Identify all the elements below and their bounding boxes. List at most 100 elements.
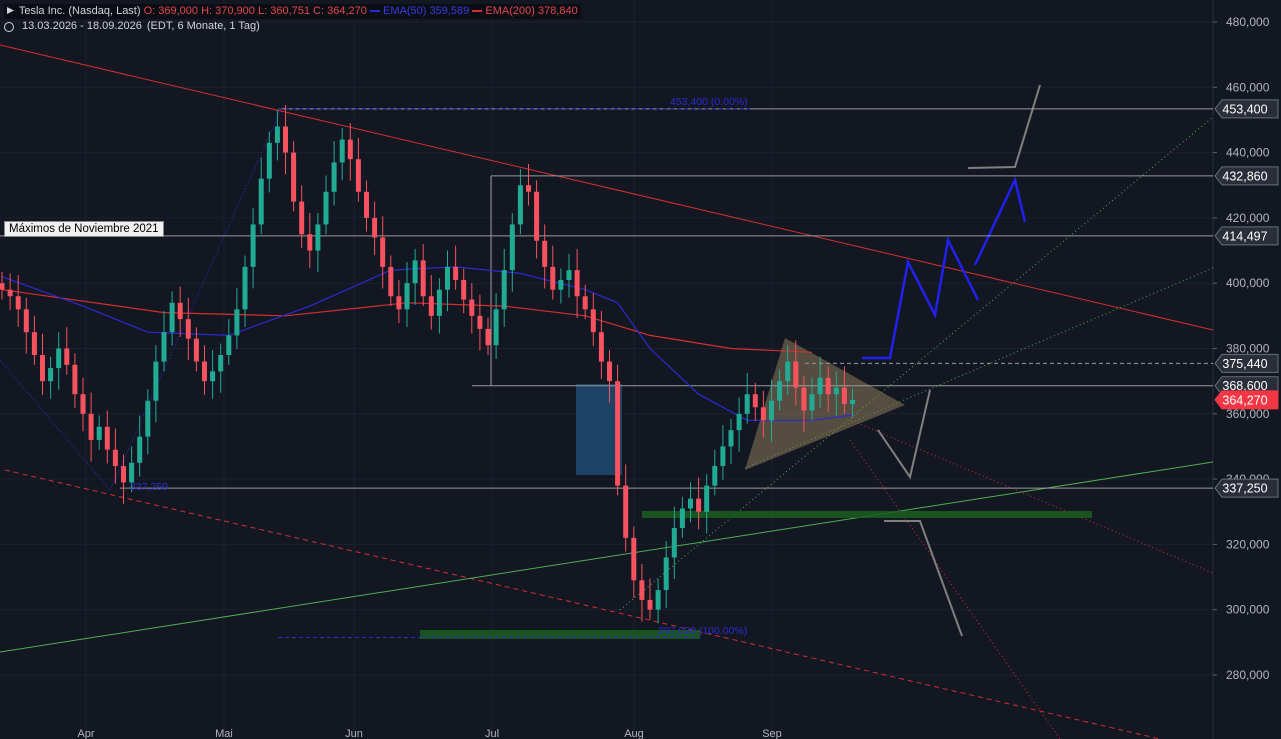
candle-body (647, 599, 653, 610)
candle-body (801, 387, 807, 411)
candle-body (347, 139, 353, 160)
candle-body (104, 426, 110, 450)
candle-body (153, 361, 159, 401)
green-dotted-line-1 (619, 116, 1214, 611)
candle-body (372, 217, 378, 238)
y-tick-label: 440,000 (1226, 146, 1270, 160)
ema50-value: 359,589 (429, 5, 470, 17)
candle-body (542, 240, 548, 267)
red-dotted-line-1 (849, 419, 1214, 574)
candle-body (777, 381, 783, 401)
candle-body (56, 348, 62, 369)
price-tag-label: 453,400 (1222, 102, 1267, 116)
candle-body (210, 371, 216, 382)
candle-body (825, 377, 831, 395)
price-tag-label: 414,497 (1222, 229, 1267, 243)
chart-legend: Tesla Inc. (Nasdaq, Last) O: 369,000 H: … (4, 4, 581, 34)
candle-body (291, 152, 297, 202)
symbol-title: Tesla Inc. (Nasdaq, Last) (18, 5, 141, 17)
candle-body (485, 328, 491, 346)
candle-body (226, 335, 232, 356)
candle-body (307, 234, 313, 251)
candle-body (769, 400, 774, 421)
candle-body (469, 299, 475, 316)
x-tick-label: Aug (624, 728, 644, 739)
y-tick-label: 300,000 (1226, 603, 1270, 617)
y-tick-label: 480,000 (1226, 15, 1270, 29)
candle-body (404, 283, 410, 310)
symbol-box[interactable]: Tesla Inc. (Nasdaq, Last) O: 369,000 H: … (4, 4, 581, 19)
projection-blue-2 (973, 176, 1027, 266)
candle-body (736, 413, 742, 431)
candle-body (266, 142, 272, 179)
candle-body (501, 270, 507, 310)
candle-body (436, 289, 442, 316)
candle-body (566, 270, 572, 280)
candle-body (639, 580, 645, 600)
candle-body (169, 302, 175, 333)
ema50-label[interactable]: EMA(50) (383, 5, 426, 17)
ema200-label[interactable]: EMA(200) (485, 5, 535, 17)
candle-body (631, 537, 637, 581)
candle-body (793, 361, 799, 388)
candle-body (752, 394, 758, 408)
candle-body (193, 338, 199, 362)
ema200-swatch (472, 10, 483, 13)
candle-body (453, 266, 459, 280)
candle-body (558, 279, 564, 290)
price-chart[interactable]: 453,400 (0.00%) 297,020 (100.00%) 337,25… (0, 0, 1281, 739)
candle-body (534, 191, 540, 241)
collapse-icon[interactable] (7, 7, 14, 14)
x-tick-label: Mai (215, 728, 233, 739)
candle-body (234, 309, 240, 336)
ema-lines (1, 266, 853, 421)
candle-body (323, 191, 329, 225)
price-tag-label: 337,250 (1222, 482, 1267, 496)
candle-body (364, 191, 369, 218)
candle-body (137, 436, 143, 463)
projection-gray-up (967, 84, 1041, 169)
candle-body (339, 139, 345, 163)
swing-low-label: 337,250 (130, 481, 168, 493)
candle-body (31, 332, 37, 356)
candle-body (185, 319, 191, 339)
y-tick-label: 320,000 (1226, 537, 1270, 551)
candle-body (671, 528, 677, 558)
red-dotted-line-2 (849, 439, 1061, 739)
candle-body (88, 413, 94, 440)
candle-body (809, 394, 815, 411)
clock-icon (4, 21, 14, 32)
blue-dashed-line-2 (109, 111, 281, 491)
candle-body (696, 498, 702, 512)
candle-body (760, 407, 766, 421)
candle-body (817, 377, 823, 395)
candle-body (582, 296, 588, 310)
note-label[interactable]: Máximos de Noviembre 2021 (4, 221, 164, 237)
candle-body (283, 126, 288, 153)
trendlines (0, 44, 1214, 739)
y-tick-label: 400,000 (1226, 276, 1270, 290)
candle-body (461, 279, 467, 300)
price-tag-label: 375,440 (1222, 357, 1267, 371)
candle-body (445, 266, 450, 290)
x-tick-label: Sep (762, 728, 782, 739)
x-tick-label: Apr (77, 728, 94, 739)
candle-body (202, 361, 207, 382)
low-label: 297,020 (100.00%) (658, 625, 747, 637)
ema200-value: 378,840 (537, 5, 578, 17)
high-label: 453,400 (0.00%) (670, 96, 748, 108)
close-value: C: 364,270 (313, 5, 367, 17)
candle-body (242, 266, 248, 310)
candle-body (23, 309, 29, 333)
candle-body (112, 449, 118, 467)
high-value: H: 370,900 (201, 5, 255, 17)
candle-body (607, 361, 612, 382)
candle-body (0, 283, 5, 290)
chart-settings: (EDT, 6 Monate, 1 Tag) (146, 20, 260, 32)
candle-body (615, 381, 621, 486)
candle-body (728, 430, 734, 447)
low-value: L: 360,751 (257, 5, 310, 17)
candle-body (477, 315, 483, 329)
ema50-line (1, 266, 853, 421)
x-axis: Apr Mai Jun Jul Aug Sep (77, 728, 781, 739)
